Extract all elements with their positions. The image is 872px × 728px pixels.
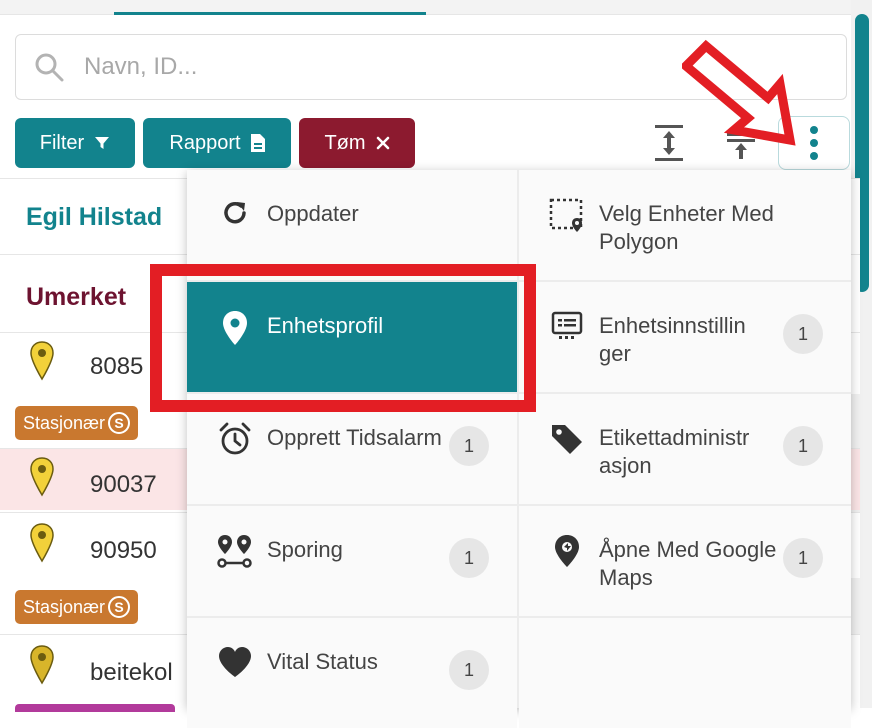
settings-card-icon — [549, 310, 585, 346]
menu-item-label: Åpne Med Google Maps — [599, 537, 777, 590]
count-badge: 1 — [783, 314, 823, 354]
tom-button[interactable]: Tøm — [299, 118, 415, 168]
count-badge: 1 — [449, 426, 489, 466]
menu-item-label: Velg Enheter Med Polygon — [599, 201, 774, 254]
count-badge: 1 — [783, 426, 823, 466]
polygon-select-icon — [549, 198, 585, 234]
menu-item-vital-status[interactable]: Vital Status 1 — [187, 618, 517, 728]
group-name: Umerket — [26, 283, 127, 311]
search-icon — [35, 53, 64, 82]
filter-icon — [95, 137, 110, 149]
map-pin-icon — [30, 341, 54, 381]
menu-item-enhetsprofil[interactable]: Enhetsprofil — [187, 282, 517, 392]
badge-label: Stasjonær — [23, 412, 106, 433]
badge-count: S — [108, 412, 131, 434]
tom-button-label: Tøm — [324, 131, 366, 154]
status-badge: Stasjonær S — [15, 406, 139, 440]
unit-id: 90037 — [90, 471, 157, 498]
map-marker-icon — [549, 534, 585, 570]
menu-item-tidsalarm[interactable]: Opprett Tidsalarm 1 — [187, 394, 517, 504]
menu-item-label: Sporing — [267, 537, 343, 562]
group-name: Egil Hilstad — [26, 203, 163, 231]
active-tab-indicator — [114, 12, 426, 15]
menu-item-label: Oppdater — [267, 201, 359, 226]
unit-id: 90950 — [90, 537, 157, 564]
filter-button[interactable]: Filter — [15, 118, 135, 168]
badge-label: Stasjonær — [23, 596, 106, 617]
filter-button-label: Filter — [39, 131, 85, 154]
menu-item-velg-polygon[interactable]: Velg Enheter Med Polygon — [519, 170, 851, 280]
kebab-menu-icon — [810, 126, 818, 160]
rapport-button-label: Rapport — [169, 131, 241, 154]
menu-item-etikett[interactable]: Etikettadministr asjon 1 — [519, 394, 851, 504]
menu-item-label: Opprett Tidsalarm — [267, 425, 442, 450]
menu-item-label: Etikettadministr asjon — [599, 425, 750, 478]
menu-item-label: Vital Status — [267, 649, 378, 674]
count-badge: 1 — [783, 538, 823, 578]
map-pin-icon — [30, 645, 54, 685]
menu-item-label: Enhetsinnstillin ger — [599, 313, 746, 366]
map-pin-icon — [30, 523, 54, 563]
tag-icon — [549, 422, 585, 458]
count-badge: 1 — [449, 538, 489, 578]
document-icon — [250, 134, 265, 152]
unit-id: beitekol — [90, 659, 173, 686]
menu-item-google-maps[interactable]: Åpne Med Google Maps 1 — [519, 506, 851, 616]
unit-id: 8085 — [90, 353, 144, 380]
rapport-button[interactable]: Rapport — [143, 118, 291, 168]
search-input[interactable] — [82, 52, 786, 82]
alarm-clock-icon — [217, 422, 253, 458]
menu-item-label: Enhetsprofil — [267, 313, 384, 338]
expand-rows-icon — [655, 125, 683, 161]
options-menu: Oppdater Velg Enheter Med Polygon Enhets… — [187, 170, 851, 728]
menu-item-sporing[interactable]: Sporing 1 — [187, 506, 517, 616]
refresh-icon — [217, 198, 253, 234]
status-badge-partial — [15, 704, 175, 712]
map-pin-icon — [30, 457, 54, 497]
close-icon — [376, 136, 389, 150]
heart-icon — [217, 646, 253, 682]
menu-item-enhetsinnstillinger[interactable]: Enhetsinnstillin ger 1 — [519, 282, 851, 392]
menu-item-oppdater[interactable]: Oppdater — [187, 170, 517, 280]
route-icon — [217, 534, 253, 570]
menu-item-empty — [519, 618, 851, 728]
badge-count: S — [108, 596, 131, 618]
count-badge: 1 — [449, 650, 489, 690]
annotation-arrow-icon — [682, 39, 796, 146]
status-badge: Stasjonær S — [15, 590, 139, 624]
location-pin-icon — [217, 310, 253, 346]
